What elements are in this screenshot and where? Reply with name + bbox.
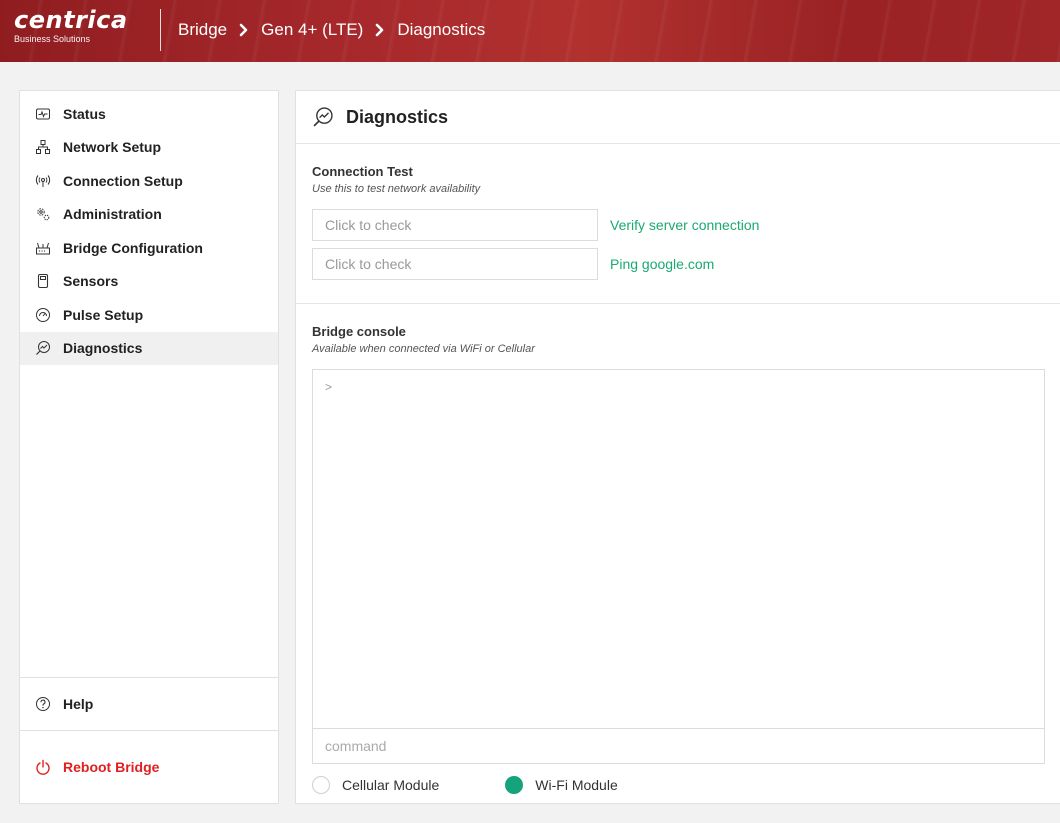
sidebar-item-label: Network Setup bbox=[63, 139, 162, 156]
sidebar-item-network-setup[interactable]: Network Setup bbox=[20, 131, 278, 165]
sidebar-item-label: Connection Setup bbox=[63, 172, 183, 189]
connection-test-title: Connection Test bbox=[312, 164, 413, 179]
sidebar-item-label: Diagnostics bbox=[63, 340, 143, 357]
sensor-icon bbox=[35, 273, 51, 289]
header-divider bbox=[160, 9, 161, 51]
sidebar-item-pulse-setup[interactable]: Pulse Setup bbox=[20, 298, 278, 332]
sidebar-item-connection-setup[interactable]: Connection Setup bbox=[20, 164, 278, 198]
sidebar-item-label: Administration bbox=[63, 206, 162, 223]
wifi-module-label: Wi-Fi Module bbox=[535, 777, 618, 793]
bridge-console-section: Bridge console Available when connected … bbox=[296, 304, 1060, 794]
sidebar-nav: Status Network Setup Connection Setup Ad… bbox=[20, 91, 278, 365]
top-header: centrica Business Solutions Bridge Gen 4… bbox=[0, 0, 1060, 62]
breadcrumb-item-bridge[interactable]: Bridge bbox=[178, 19, 227, 41]
cellular-module-option[interactable]: Cellular Module bbox=[312, 776, 439, 794]
sidebar-item-sensors[interactable]: Sensors bbox=[20, 265, 278, 299]
gauge-icon bbox=[35, 307, 51, 323]
brand-name: centrica bbox=[14, 6, 128, 34]
antenna-icon bbox=[35, 173, 51, 189]
cellular-module-radio[interactable] bbox=[312, 776, 330, 794]
sidebar-item-label: Bridge Configuration bbox=[63, 239, 203, 256]
main-panel: Diagnostics Connection Test Use this to … bbox=[295, 90, 1060, 804]
router-icon bbox=[35, 240, 51, 256]
bridge-console-subtitle: Available when connected via WiFi or Cel… bbox=[312, 343, 535, 355]
wifi-module-option[interactable]: Wi-Fi Module bbox=[505, 776, 618, 794]
ping-check-field[interactable]: Click to check bbox=[312, 248, 598, 280]
server-check-field[interactable]: Click to check bbox=[312, 209, 598, 241]
ping-check-row: Click to check Ping google.com bbox=[312, 248, 1060, 280]
connection-test-subtitle: Use this to test network availability bbox=[312, 183, 481, 195]
power-icon bbox=[35, 759, 51, 775]
chevron-right-icon bbox=[376, 23, 384, 37]
sidebar-item-diagnostics[interactable]: Diagnostics bbox=[20, 331, 278, 365]
chevron-right-icon bbox=[239, 23, 248, 37]
console-prompt: > bbox=[325, 380, 333, 394]
wifi-module-radio[interactable] bbox=[505, 776, 524, 794]
panel-header: Diagnostics bbox=[296, 91, 1060, 144]
diagnostics-icon bbox=[35, 340, 51, 356]
diagnostics-icon bbox=[313, 107, 333, 127]
help-button[interactable]: Help bbox=[20, 677, 278, 730]
help-label: Help bbox=[63, 696, 94, 712]
sidebar-item-status[interactable]: Status bbox=[20, 97, 278, 131]
reboot-label: Reboot Bridge bbox=[63, 759, 160, 775]
header-background bbox=[0, 0, 1060, 62]
sidebar-item-label: Status bbox=[63, 105, 106, 122]
connection-test-section: Connection Test Use this to test network… bbox=[296, 144, 1060, 280]
server-check-row: Click to check Verify server connection bbox=[312, 209, 1060, 241]
sidebar-item-label: Sensors bbox=[63, 273, 119, 290]
page-title: Diagnostics bbox=[346, 106, 449, 127]
breadcrumb: Bridge Gen 4+ (LTE) Diagnostics bbox=[178, 19, 485, 41]
breadcrumb-item-current: Diagnostics bbox=[397, 20, 486, 39]
sidebar-footer: Help Reboot Bridge bbox=[20, 677, 278, 803]
cellular-module-label: Cellular Module bbox=[342, 777, 440, 793]
bridge-console-title: Bridge console bbox=[312, 324, 406, 339]
gears-icon bbox=[35, 206, 51, 222]
verify-server-link[interactable]: Verify server connection bbox=[610, 217, 759, 233]
sidebar-item-bridge-configuration[interactable]: Bridge Configuration bbox=[20, 231, 278, 265]
question-icon bbox=[35, 696, 51, 712]
command-input[interactable]: command bbox=[312, 729, 1045, 764]
reboot-bridge-button[interactable]: Reboot Bridge bbox=[20, 730, 278, 803]
ping-google-link[interactable]: Ping google.com bbox=[610, 256, 714, 272]
brand-logo[interactable]: centrica Business Solutions bbox=[14, 8, 128, 45]
network-icon bbox=[35, 139, 51, 155]
breadcrumb-item-device[interactable]: Gen 4+ (LTE) bbox=[261, 19, 363, 41]
module-selector: Cellular Module Wi-Fi Module bbox=[312, 776, 1060, 794]
brand-subtitle: Business Solutions bbox=[14, 34, 91, 44]
sidebar: Status Network Setup Connection Setup Ad… bbox=[19, 90, 279, 804]
sidebar-item-administration[interactable]: Administration bbox=[20, 198, 278, 232]
console-output[interactable]: > bbox=[312, 369, 1045, 729]
sidebar-item-label: Pulse Setup bbox=[63, 306, 144, 323]
status-icon bbox=[35, 106, 51, 122]
